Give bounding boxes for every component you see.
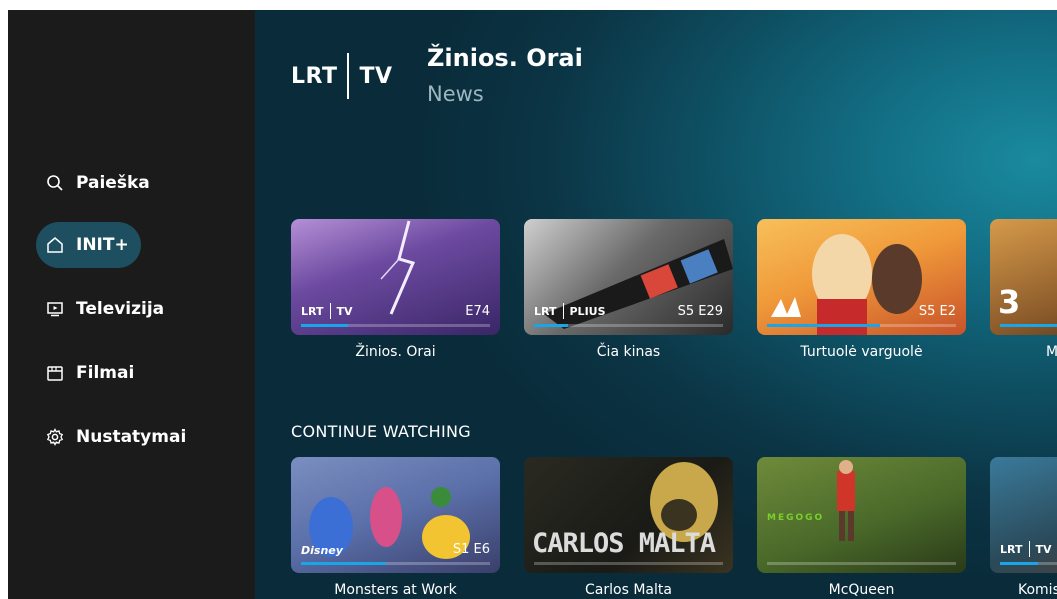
progress-bar (301, 562, 490, 565)
home-icon (46, 236, 64, 254)
tv-icon (46, 300, 64, 318)
search-icon (46, 174, 64, 192)
card-title: Turtuolė varguolė (800, 344, 923, 360)
sidebar-item-label: Televizija (76, 299, 165, 319)
episode-label: S1 E6 (452, 542, 490, 557)
card-title: McQueen (828, 582, 895, 598)
card-title: Monsters at Work (334, 582, 457, 598)
channel-brand: MEGOGO (767, 513, 825, 523)
progress-bar (534, 562, 723, 565)
film-icon (46, 364, 64, 382)
program-card[interactable]: S5 E2 (757, 219, 966, 335)
sidebar-item-label: INIT+ (76, 235, 129, 255)
progress-bar (301, 324, 490, 327)
progress-bar (1000, 562, 1057, 565)
card-title: M (1046, 344, 1057, 360)
page-title: Žinios. Orai (427, 44, 583, 72)
sidebar-item-label: Paieška (76, 173, 150, 193)
channel-brand: 3 (998, 283, 1021, 321)
progress-bar (1000, 324, 1057, 327)
sidebar-item-films[interactable]: Filmai (36, 350, 146, 396)
progress-bar (767, 324, 956, 327)
program-card[interactable]: MEGOGO (757, 457, 966, 573)
channel-brand: Disney (301, 544, 343, 557)
progress-bar (767, 562, 956, 565)
main-content: LRT TV Žinios. Orai News LRT TV E74 Žinios… (255, 10, 1057, 599)
episode-label: S5 E2 (918, 304, 956, 319)
channel-brand: LRT PLIUS (534, 303, 606, 319)
card-title: Komis (1018, 582, 1057, 598)
program-card[interactable]: LRT PLIUS S5 E29 (524, 219, 733, 335)
section-heading: CONTINUE WATCHING (291, 422, 471, 441)
channel-brand: LRT TV (1000, 541, 1052, 557)
program-card[interactable]: LRT TV (990, 457, 1057, 573)
card-overlay-title: CARLOS MALTA (532, 528, 716, 559)
sidebar-item-settings[interactable]: Nustatymai (36, 414, 198, 460)
page-subtitle: News (427, 82, 484, 106)
program-card[interactable]: Disney S1 E6 (291, 457, 500, 573)
sidebar-item-tv[interactable]: Televizija (36, 286, 176, 332)
gear-icon (46, 428, 64, 446)
sidebar-item-search[interactable]: Paieška (36, 160, 162, 206)
progress-bar (534, 324, 723, 327)
sidebar: Paieška INIT+ Televizija Filmai Nustatym… (8, 10, 255, 599)
card-title: Čia kinas (596, 344, 661, 360)
card-title: Carlos Malta (585, 582, 672, 598)
channel-brand: LRT TV (301, 303, 353, 319)
sidebar-item-home[interactable]: INIT+ (36, 222, 141, 268)
program-card[interactable]: LRT TV E74 (291, 219, 500, 335)
episode-label: E74 (465, 304, 490, 319)
program-card[interactable]: 3 (990, 219, 1057, 335)
channel-logo-text: LRT (291, 63, 338, 89)
channel-logo: LRT TV (291, 52, 393, 100)
tv-app-screen: Paieška INIT+ Televizija Filmai Nustatym… (8, 10, 1057, 599)
sidebar-item-label: Filmai (76, 363, 135, 383)
sidebar-item-label: Nustatymai (76, 427, 187, 447)
card-title: Žinios. Orai (355, 344, 436, 360)
program-card[interactable]: CARLOS MALTA (524, 457, 733, 573)
episode-label: S5 E29 (677, 304, 723, 319)
